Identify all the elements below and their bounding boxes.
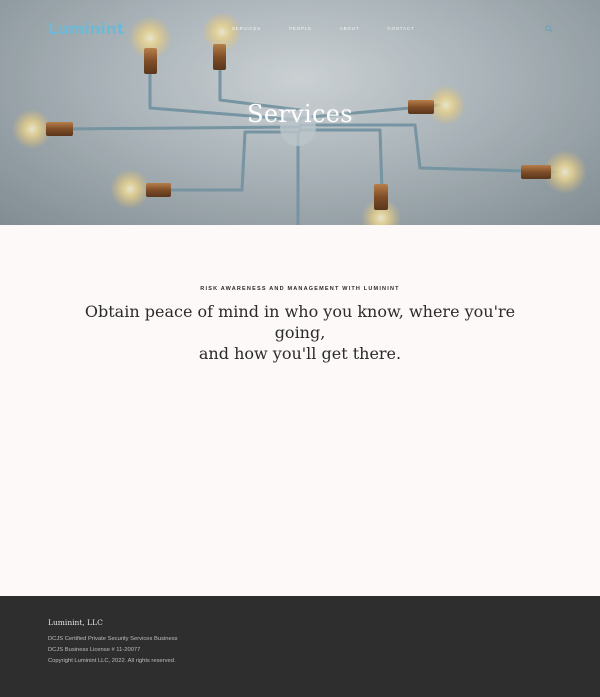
footer-copyright: Copyright Luminint LLC, 2022. All rights…: [48, 658, 176, 664]
footer-brand: Luminint, LLC: [48, 618, 103, 627]
lead-statement: Obtain peace of mind in who you know, wh…: [60, 301, 540, 364]
lead-line-1: Obtain peace of mind in who you know, wh…: [84, 302, 516, 342]
footer-license: DCJS Business License # 11-20077: [48, 647, 141, 653]
page-title: Services: [247, 100, 353, 128]
search-icon[interactable]: [545, 25, 553, 33]
site-logo[interactable]: Luminint: [48, 20, 124, 38]
section-eyebrow: RISK AWARENESS AND MANAGEMENT WITH LUMIN…: [200, 286, 400, 292]
lead-line-2: and how you'll get there.: [198, 344, 402, 363]
hero-banner: Luminint SERVICES PEOPLE ABOUT CONTACT S…: [0, 0, 600, 225]
nav-item-people[interactable]: PEOPLE: [289, 26, 312, 31]
nav-item-services[interactable]: SERVICES: [232, 26, 261, 31]
site-footer: Luminint, LLC DCJS Certified Private Sec…: [0, 596, 600, 697]
footer-certification: DCJS Certified Private Security Services…: [48, 636, 178, 642]
nav-item-about[interactable]: ABOUT: [340, 26, 360, 31]
top-navigation: Luminint SERVICES PEOPLE ABOUT CONTACT: [0, 0, 600, 60]
main-content: RISK AWARENESS AND MANAGEMENT WITH LUMIN…: [0, 225, 600, 596]
nav-menu: SERVICES PEOPLE ABOUT CONTACT: [232, 26, 442, 31]
nav-item-contact[interactable]: CONTACT: [387, 26, 414, 31]
